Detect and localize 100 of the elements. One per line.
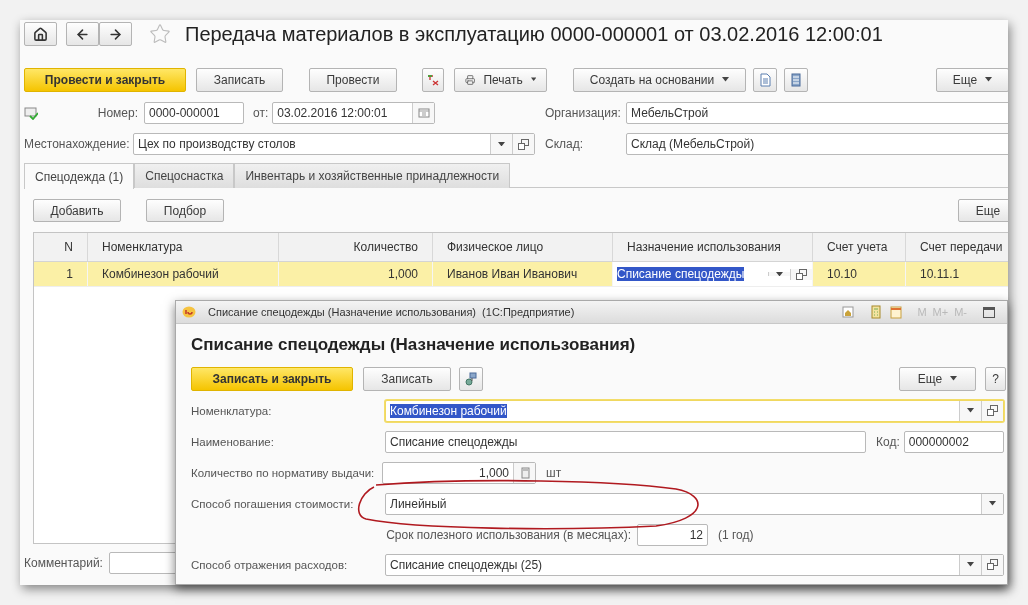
dropdown-button[interactable] [981,493,1003,514]
caret-icon [950,376,958,381]
dialog-title: Списание спецодежды (Назначение использования) (1С:Предприятие) [208,306,576,318]
dropdown-field[interactable]: Линейный [385,492,1004,515]
comment-label: Комментарий: [24,556,103,570]
caret-icon [985,77,993,82]
location-field[interactable]: Цех по производству столов [133,133,535,155]
post-and-close-button[interactable]: Провести и закрыть [24,67,186,92]
number-field[interactable]: 0000-000001 [144,102,244,124]
document-icon [758,72,772,87]
number-field[interactable]: 1,000 [382,461,536,484]
warehouse-field[interactable]: Склад (МебельСтрой) [626,133,1008,155]
dropdown-button[interactable] [490,134,512,154]
caret-icon [722,77,730,82]
calendar-button[interactable] [889,305,904,319]
caret-icon [989,501,996,506]
more-button[interactable]: Еще [936,67,1008,92]
caret-icon [967,562,974,567]
open-window-icon [518,138,529,150]
star-icon[interactable] [149,23,171,45]
create-based-on-button[interactable]: Создать на основании [573,67,746,92]
posted-document-icon [24,106,38,120]
location-label: Местонахождение: [24,137,127,151]
caret-icon [776,271,783,277]
structure-icon [464,371,478,386]
forward-button[interactable] [99,22,132,46]
back-button[interactable] [66,22,99,46]
more-button[interactable]: Еще [899,366,976,391]
dialog-heading: Списание спецодежды (Назначение использования) [191,335,637,355]
dropdown-button[interactable] [959,554,981,575]
calendar-icon [889,305,904,319]
tab[interactable]: Спецодежда (1) [24,163,135,189]
tab[interactable]: Спецоснастка [134,163,235,188]
column-header[interactable]: Количество [279,233,433,261]
field-label: Способ отражения расходов: [191,558,349,571]
date-label: от: [253,106,269,120]
column-header[interactable]: Физическое лицо [433,233,613,261]
field-label: Срок полезного использования (в месяцах): [385,527,631,542]
maximize-icon[interactable] [983,306,995,318]
tab[interactable]: Инвентарь и хозяйственные принадлежности [234,163,511,188]
table-cell: Комбинезон рабочий [88,262,279,286]
app-logo-icon [182,306,196,318]
dropdown-button[interactable] [959,400,981,421]
field-label: Номенклатура: [191,404,273,417]
open-button[interactable] [512,134,534,154]
note-label: (1 год) [718,527,754,542]
table-cell: 1 [34,262,88,286]
open-window-icon [987,559,998,570]
calculator-button[interactable] [513,462,535,483]
calculator-icon [869,305,884,319]
table-cell: 10.10 [813,262,906,286]
caret-icon [530,77,536,82]
purpose-select-field[interactable]: Списание спецодежды [613,262,813,286]
code-field[interactable]: 000000002 [903,430,1004,453]
more-button[interactable]: Еще [958,199,1008,222]
open-window-icon [796,268,807,280]
unit-label: шт [546,465,562,480]
help-button[interactable]: ? [985,366,1006,391]
column-header[interactable]: Счет передачи [906,233,1008,261]
number-field[interactable]: 12 [637,523,708,546]
save-and-close-button[interactable]: Записать и закрыть [191,366,353,391]
warehouse-label: Склад: [545,137,585,151]
home-button[interactable] [24,22,57,46]
debit-credit-button[interactable] [422,67,444,92]
save-button[interactable]: Записать [363,366,451,391]
open-window-icon [987,405,998,416]
open-button[interactable] [981,400,1003,421]
select-field[interactable]: Комбинезон рабочий [385,399,1004,422]
print-button[interactable]: Печать [454,67,547,92]
organization-label: Организация: [545,106,622,120]
date-field[interactable]: 03.02.2016 12:00:01 [272,102,436,124]
code-label: Код: [876,434,900,449]
table-row[interactable]: 1 Комбинезон рабочий 1,000 Иванов Иван Иванович Списание спецодежды 10.10 10.11.1 [34,262,1008,287]
window-title: Передача материалов в эксплуатацию 0000-000001 от 03.02.2016 12:00:01 [185,22,883,46]
save-button[interactable]: Записать [196,67,283,92]
post-button[interactable]: Провести [309,67,397,92]
open-button[interactable] [981,554,1003,575]
select-field[interactable]: Списание спецодежды (25) [385,553,1004,576]
field-label: Количество по нормативу выдачи: [191,466,376,479]
printer-icon [465,72,476,87]
column-header[interactable]: Назначение использования [613,233,813,261]
organization-field[interactable]: МебельСтрой [626,102,1008,124]
field-label: Способ погашения стоимости: [191,497,355,510]
table-cell: 10.11.1 [906,262,1008,286]
house-icon [841,305,856,319]
home-icon [33,26,48,42]
open-button[interactable] [790,268,812,280]
name-field[interactable]: Списание спецодежды [385,430,866,453]
add-button[interactable]: Добавить [33,199,121,222]
list-button[interactable] [784,67,808,92]
caret-icon [967,408,974,413]
pick-button[interactable]: Подбор [146,199,224,222]
number-label: Номер: [96,106,138,120]
column-header[interactable]: Номенклатура [88,233,279,261]
caret-icon [498,141,505,147]
column-header[interactable]: N [34,233,88,261]
field-label: Наименование: [191,435,275,448]
column-header[interactable]: Счет учета [813,233,906,261]
calendar-icon [416,106,431,120]
dropdown-button[interactable] [768,271,790,277]
